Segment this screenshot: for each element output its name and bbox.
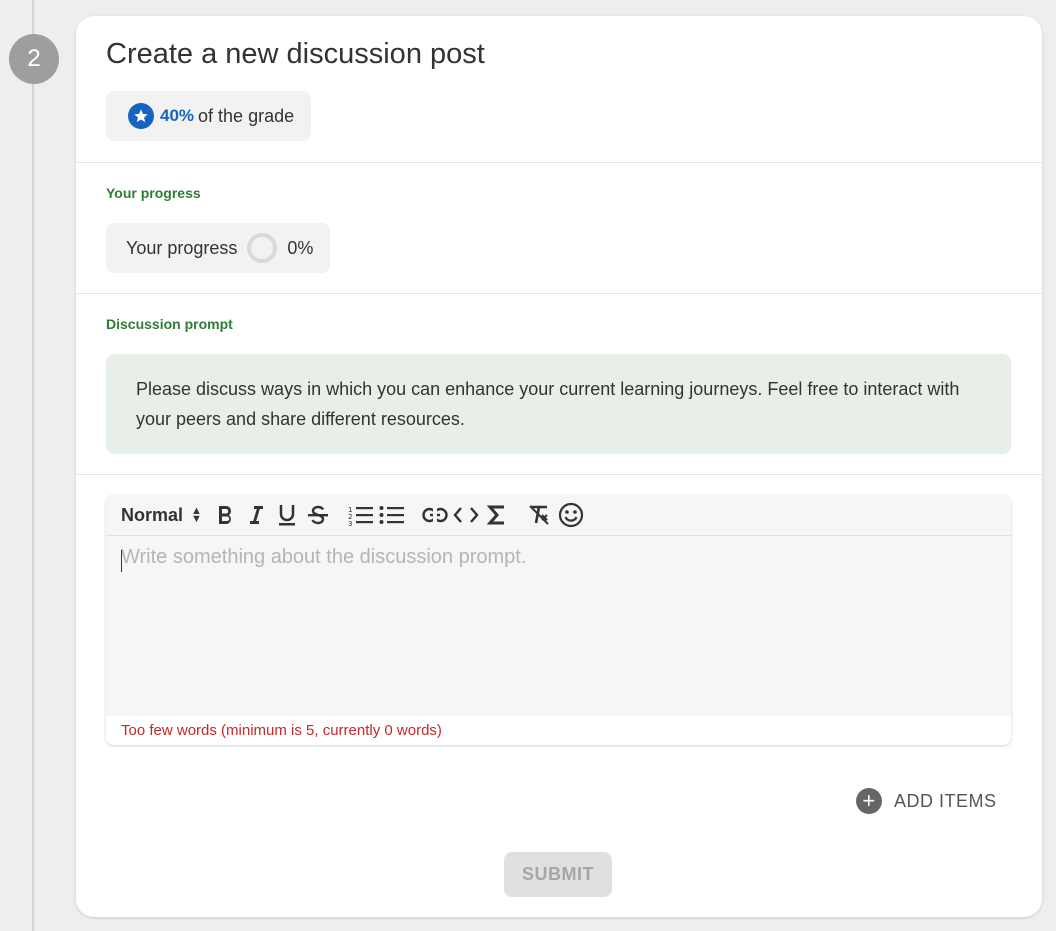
prompt-section-label: Discussion prompt xyxy=(106,316,233,332)
clear-format-icon[interactable] xyxy=(527,501,553,529)
bold-icon[interactable] xyxy=(212,501,238,529)
sigma-icon[interactable] xyxy=(484,501,510,529)
ordered-list-icon[interactable]: 123 xyxy=(348,501,374,529)
strikethrough-icon[interactable] xyxy=(305,501,331,529)
editor-text-area[interactable]: Write something about the discussion pro… xyxy=(106,536,1011,716)
underline-icon[interactable] xyxy=(274,501,300,529)
submit-button[interactable]: SUBMIT xyxy=(504,852,612,897)
discussion-card: Create a new discussion post 40% of the … xyxy=(76,16,1042,917)
editor-toolbar: Normal ▲ ▼ 123 xyxy=(106,495,1011,536)
card-title: Create a new discussion post xyxy=(106,38,485,70)
word-count-error: Too few words (minimum is 5, currently 0… xyxy=(106,716,1011,745)
editor-placeholder: Write something about the discussion pro… xyxy=(121,546,527,568)
grade-percent: 40% xyxy=(160,106,195,125)
svg-text:3: 3 xyxy=(348,520,352,526)
bullet-list-icon[interactable] xyxy=(379,501,405,529)
discussion-prompt-text: Please discuss ways in which you can enh… xyxy=(136,379,960,429)
format-select-value: Normal xyxy=(121,504,184,525)
text-caret xyxy=(121,550,122,572)
grade-suffix: of the grade xyxy=(198,105,295,126)
select-arrows-icon: ▲ ▼ xyxy=(191,505,202,525)
emoji-icon[interactable] xyxy=(558,501,584,529)
link-icon[interactable] xyxy=(422,501,448,529)
add-items-button[interactable]: + ADD ITEMS xyxy=(856,787,997,815)
word-count-error-text: Too few words (minimum is 5, currently 0… xyxy=(121,722,442,739)
divider xyxy=(76,293,1042,294)
progress-section-label: Your progress xyxy=(106,185,201,201)
star-icon xyxy=(128,103,154,129)
italic-icon[interactable] xyxy=(243,501,269,529)
add-items-label: ADD ITEMS xyxy=(894,790,997,811)
progress-ring-icon xyxy=(247,233,278,263)
progress-chip-label: Your progress xyxy=(126,237,238,258)
rich-text-editor: Normal ▲ ▼ 123 Write something about the… xyxy=(106,495,1011,745)
discussion-prompt-box: Please discuss ways in which you can enh… xyxy=(106,354,1011,454)
step-number-badge: 2 xyxy=(9,34,59,84)
format-select[interactable]: Normal ▲ ▼ xyxy=(121,505,202,526)
code-icon[interactable] xyxy=(453,501,479,529)
plus-circle-icon: + xyxy=(856,788,882,814)
progress-value: 0% xyxy=(287,237,314,258)
divider xyxy=(76,162,1042,163)
timeline-line xyxy=(32,0,34,931)
progress-chip: Your progress 0% xyxy=(106,223,330,273)
grade-chip: 40% of the grade xyxy=(106,91,311,141)
divider xyxy=(76,474,1042,475)
